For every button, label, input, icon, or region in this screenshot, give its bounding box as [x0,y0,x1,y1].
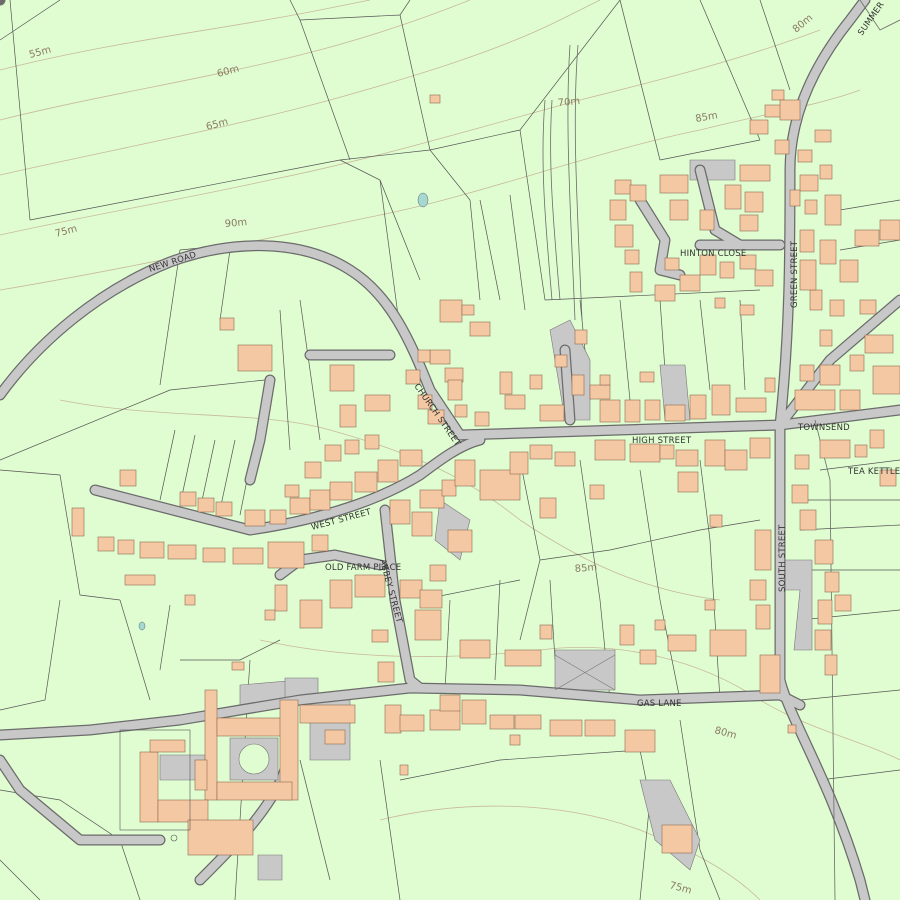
road-label-hinton-close: HINTON CLOSE [680,249,746,259]
contour-label-85m-south: 85m [574,562,597,575]
road-label-south-street: SOUTH STREET [778,524,788,592]
map-canvas[interactable]: 55m 60m 65m 70m 75m 80m 85m 90m 85m 80m … [0,0,900,900]
contour-label-90m: 90m [224,217,247,230]
road-label-green-street: GREEN STREET [790,240,800,308]
contour-label-70m: 70m [557,96,580,109]
road-label-gas-lane: GAS LANE [637,699,682,709]
road-label-townsend: TOWNSEND [797,423,850,433]
road-label-tea-kettle: TEA KETTLE [847,467,900,477]
road-label-high-street: HIGH STREET [632,436,692,446]
